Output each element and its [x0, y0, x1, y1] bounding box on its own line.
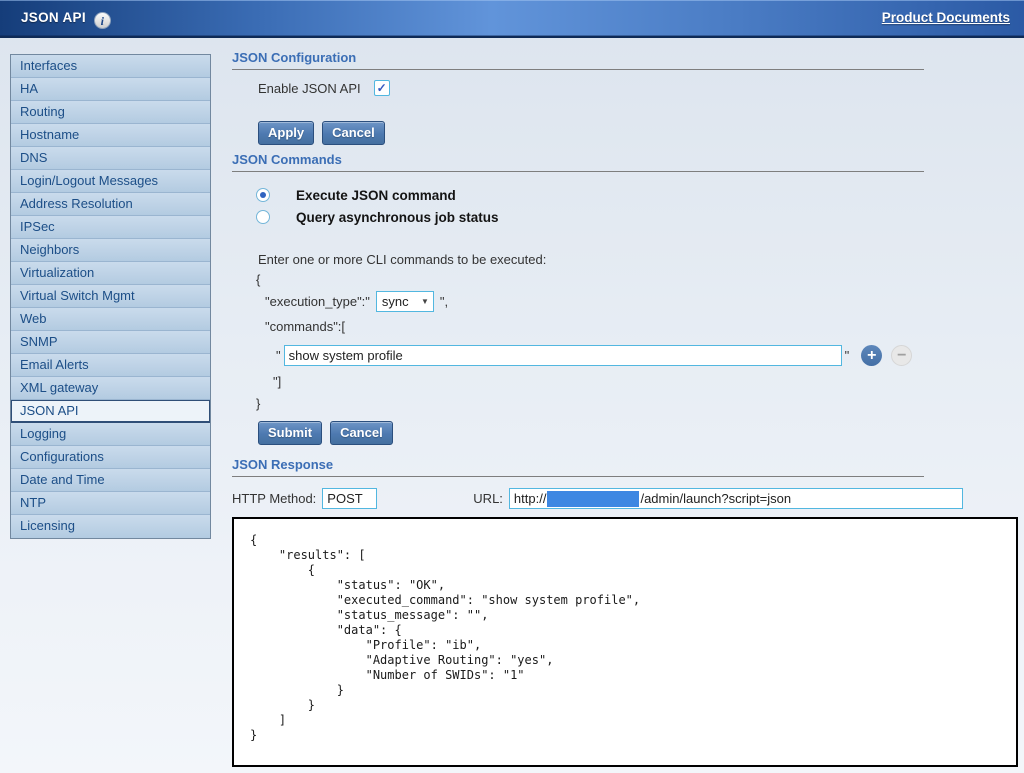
command-input-row: " " + − [276, 345, 912, 366]
enable-json-api-label: Enable JSON API [258, 81, 361, 96]
sidebar-item-email-alerts[interactable]: Email Alerts [11, 354, 210, 377]
chevron-down-icon: ▼ [421, 297, 429, 306]
radio-option-execute-json-command[interactable]: Execute JSON command [232, 184, 456, 206]
execution-type-selected-value: sync [382, 294, 409, 309]
commands-close-bracket: "] [273, 374, 281, 389]
sidebar-item-login-logout-messages[interactable]: Login/Logout Messages [11, 170, 210, 193]
cli-command-input[interactable] [284, 345, 842, 366]
sidebar-item-dns[interactable]: DNS [11, 147, 210, 170]
json-response-text: { "results": [ { "status": "OK", "execut… [234, 519, 1016, 757]
command-mode-radio-group: Execute JSON command Query asynchronous j… [232, 184, 499, 228]
request-info-row: HTTP Method: URL: http:// /admin/launch?… [232, 488, 963, 509]
sidebar-item-address-resolution[interactable]: Address Resolution [11, 193, 210, 216]
execution-type-row: "execution_type":" sync ▼ ", [265, 291, 448, 312]
radio-option-query-asynchronous-job-status[interactable]: Query asynchronous job status [232, 206, 499, 228]
url-redacted-host [547, 491, 639, 507]
url-prefix: http:// [514, 491, 547, 506]
sidebar-item-licensing[interactable]: Licensing [11, 515, 210, 538]
http-method-input[interactable] [322, 488, 377, 509]
sidebar-item-configurations[interactable]: Configurations [11, 446, 210, 469]
sidebar-item-routing[interactable]: Routing [11, 101, 210, 124]
commands-buttons-row: Submit Cancel [258, 421, 393, 445]
sidebar-item-interfaces[interactable]: Interfaces [11, 55, 210, 78]
json-response-output: { "results": [ { "status": "OK", "execut… [232, 517, 1018, 767]
sidebar-item-ipsec[interactable]: IPSec [11, 216, 210, 239]
sidebar-item-logging[interactable]: Logging [11, 423, 210, 446]
radio-option-label: Query asynchronous job status [296, 210, 499, 225]
apply-button[interactable]: Apply [258, 121, 314, 145]
json-close-brace: } [256, 396, 260, 411]
info-icon[interactable]: i [94, 12, 111, 29]
sidebar-item-json-api[interactable]: JSON API [11, 400, 210, 423]
http-method-label: HTTP Method: [232, 491, 316, 506]
page-title-text: JSON API [21, 10, 86, 25]
sidebar-menu: InterfacesHARoutingHostnameDNSLogin/Logo… [10, 54, 211, 539]
configuration-buttons-row: Apply Cancel [258, 121, 385, 145]
main-content: JSON Configuration Enable JSON API ✓ App… [232, 0, 1024, 773]
config-cancel-button[interactable]: Cancel [322, 121, 385, 145]
sidebar-item-date-and-time[interactable]: Date and Time [11, 469, 210, 492]
cli-instruction-label: Enter one or more CLI commands to be exe… [258, 252, 546, 267]
commands-key: "commands":[ [265, 319, 345, 334]
sidebar-item-xml-gateway[interactable]: XML gateway [11, 377, 210, 400]
sidebar-item-snmp[interactable]: SNMP [11, 331, 210, 354]
page-title: JSON API i [21, 0, 111, 36]
enable-json-api-checkbox[interactable]: ✓ [374, 80, 390, 96]
remove-command-button[interactable]: − [891, 345, 912, 366]
add-command-button[interactable]: + [861, 345, 882, 366]
url-label: URL: [473, 491, 503, 506]
enable-json-api-row: Enable JSON API ✓ [258, 80, 390, 96]
sidebar-item-virtual-switch-mgmt[interactable]: Virtual Switch Mgmt [11, 285, 210, 308]
sidebar-item-web[interactable]: Web [11, 308, 210, 331]
radio-button-icon[interactable] [256, 188, 270, 202]
sidebar-item-virtualization[interactable]: Virtualization [11, 262, 210, 285]
json-response-heading: JSON Response [232, 457, 924, 477]
json-open-brace: { [256, 272, 260, 287]
commands-cancel-button[interactable]: Cancel [330, 421, 393, 445]
json-commands-heading: JSON Commands [232, 152, 924, 172]
command-close-quote: " [845, 348, 850, 363]
radio-option-label: Execute JSON command [296, 188, 456, 203]
command-open-quote: " [276, 348, 281, 363]
execution-type-select[interactable]: sync ▼ [376, 291, 434, 312]
radio-button-icon[interactable] [256, 210, 270, 224]
json-configuration-heading: JSON Configuration [232, 50, 924, 70]
execution-type-close-quote: ", [440, 294, 448, 309]
sidebar-item-neighbors[interactable]: Neighbors [11, 239, 210, 262]
sidebar-item-hostname[interactable]: Hostname [11, 124, 210, 147]
url-suffix: /admin/launch?script=json [640, 491, 791, 506]
sidebar-item-ntp[interactable]: NTP [11, 492, 210, 515]
url-input[interactable]: http:// /admin/launch?script=json [509, 488, 963, 509]
submit-button[interactable]: Submit [258, 421, 322, 445]
execution-type-key: "execution_type":" [265, 294, 370, 309]
sidebar-item-ha[interactable]: HA [11, 78, 210, 101]
